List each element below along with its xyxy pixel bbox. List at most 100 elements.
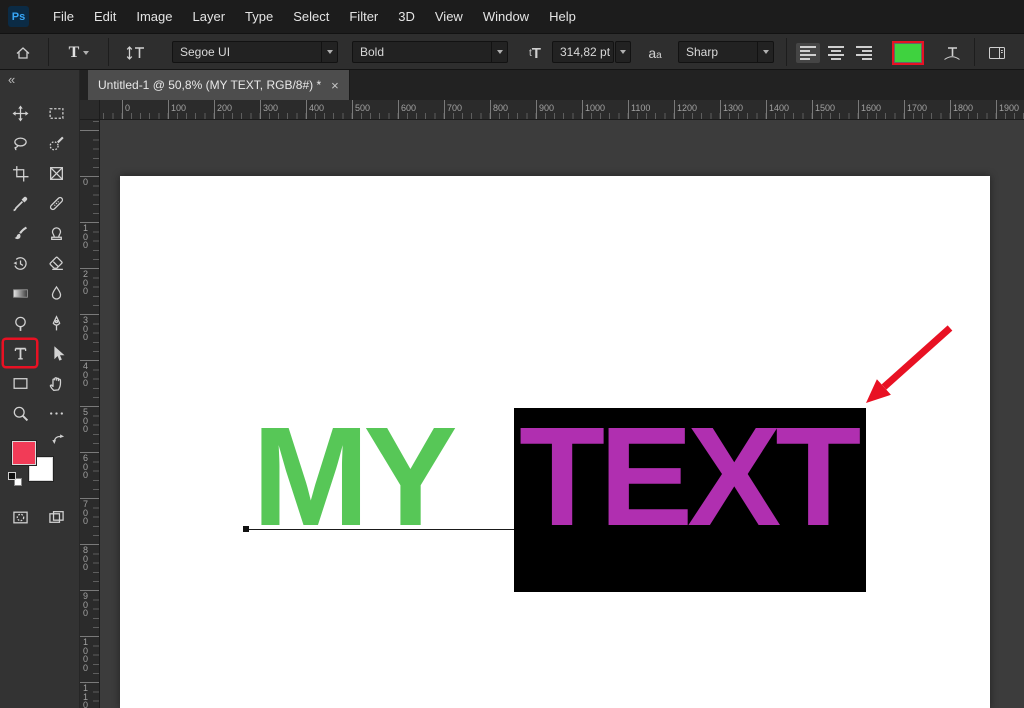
menu-edit[interactable]: Edit [84,0,126,33]
divider [48,38,49,66]
clone-stamp-tool[interactable] [40,220,72,246]
swap-colors-icon[interactable] [51,432,66,452]
blur-tool[interactable] [40,280,72,306]
align-center-button[interactable] [824,43,848,63]
menu-select[interactable]: Select [283,0,339,33]
tool-preset-picker[interactable]: T [60,41,98,65]
hand-tool[interactable] [40,370,72,396]
menu-window[interactable]: Window [473,0,539,33]
collapse-panel-icon[interactable]: « [0,70,79,92]
rectangular-marquee-tool[interactable] [40,100,72,126]
hruler-label: 1700 [907,103,928,113]
menu-help[interactable]: Help [539,0,586,33]
brush-tool[interactable] [4,220,36,246]
chevron-down-icon [757,42,773,62]
vruler-label: 300 [83,315,89,342]
options-bar: T Segoe UI Bold tT 314,82 pt aa Sharp [0,33,1024,70]
history-brush-tool[interactable] [4,250,36,276]
menu-filter[interactable]: Filter [339,0,388,33]
tools-grid [0,92,79,426]
tools-panel: « [0,70,80,708]
canvas-text-text[interactable]: TEXT [519,406,861,547]
type-tool-preset-icon: T [68,44,80,61]
vruler-label: 400 [83,361,89,388]
photoshop-logo: Ps [8,6,29,27]
rectangle-tool[interactable] [4,370,36,396]
document-tab[interactable]: Untitled-1 @ 50,8% (MY TEXT, RGB/8#) * × [88,70,350,100]
menu-file[interactable]: File [43,0,84,33]
warp-text-icon[interactable] [938,41,966,65]
align-left-button[interactable] [796,43,820,63]
zoom-tool[interactable] [4,400,36,426]
frame-tool[interactable] [40,160,72,186]
eraser-tool[interactable] [40,250,72,276]
vruler-label: 100 [83,223,89,250]
quick-mask-button[interactable] [4,504,36,530]
chevron-down-icon [491,42,507,62]
lasso-tool[interactable] [4,130,36,156]
text-orientation-icon[interactable] [122,41,150,65]
toggle-panels-icon[interactable] [984,41,1010,65]
anti-alias-icon-big: a [648,45,657,61]
menu-view[interactable]: View [425,0,473,33]
screen-mode-button[interactable] [40,504,72,530]
vruler-label: 1000 [83,637,89,673]
color-widget [8,434,72,490]
gradient-tool[interactable] [4,280,36,306]
anti-alias-icon: aa [642,41,668,65]
move-tool[interactable] [4,100,36,126]
vruler-label: 0 [83,177,89,187]
font-size-input[interactable]: 314,82 pt [552,41,614,63]
hruler-label: 300 [263,103,279,113]
hruler-label: 1600 [861,103,882,113]
font-size-value: 314,82 pt [560,45,611,59]
document-tab-title: Untitled-1 @ 50,8% (MY TEXT, RGB/8#) * [98,78,322,92]
foreground-color-swatch[interactable] [12,441,36,465]
divider [108,38,109,66]
type-tool[interactable] [4,340,36,366]
close-icon[interactable]: × [331,78,339,93]
canvas-text-my[interactable]: MY [252,406,457,547]
text-color-swatch[interactable] [892,41,924,65]
vruler-label: 700 [83,499,89,526]
divider [974,38,975,66]
eyedropper-tool[interactable] [4,190,36,216]
hruler-label: 800 [493,103,509,113]
vertical-ruler[interactable]: 0 100 200 300 400 500 600 700 800 900 1000 1100 [80,120,100,708]
quick-selection-tool[interactable] [40,130,72,156]
hruler-label: 400 [309,103,325,113]
edit-toolbar[interactable] [40,400,72,426]
menu-layer[interactable]: Layer [183,0,236,33]
path-selection-tool[interactable] [40,340,72,366]
chevron-down-icon [321,42,337,62]
menu-bar: Ps File Edit Image Layer Type Select Filter 3D V… [0,0,1024,33]
document-tab-bar: Untitled-1 @ 50,8% (MY TEXT, RGB/8#) * × [80,70,1024,100]
vruler-label: 900 [83,591,89,618]
vruler-label: 800 [83,545,89,572]
ruler-corner [80,100,100,120]
dodge-tool[interactable] [4,310,36,336]
align-right-button[interactable] [852,43,876,63]
home-icon[interactable] [10,41,36,65]
menu-image[interactable]: Image [126,0,182,33]
pen-tool[interactable] [40,310,72,336]
hruler-label: 900 [539,103,555,113]
tools-grid-extra [0,504,79,530]
hruler-label: 1300 [723,103,744,113]
font-style-value: Bold [360,45,385,59]
divider [786,38,787,66]
menu-3d[interactable]: 3D [388,0,425,33]
hruler-label: 700 [447,103,463,113]
font-family-select[interactable]: Segoe UI [172,41,338,63]
hruler-label: 1000 [585,103,606,113]
anti-alias-select[interactable]: Sharp [678,41,774,63]
font-size-dropdown-button[interactable] [615,41,631,63]
horizontal-ruler[interactable]: 0 100 200 300 400 500 600 700 800 900 1000 1100 1200… [100,100,1024,120]
text-baseline [248,529,514,530]
crop-tool[interactable] [4,160,36,186]
menu-type[interactable]: Type [235,0,283,33]
vruler-label: 200 [83,269,89,296]
font-style-select[interactable]: Bold [352,41,508,63]
spot-healing-brush-tool[interactable] [40,190,72,216]
default-colors-icon[interactable] [8,472,23,487]
